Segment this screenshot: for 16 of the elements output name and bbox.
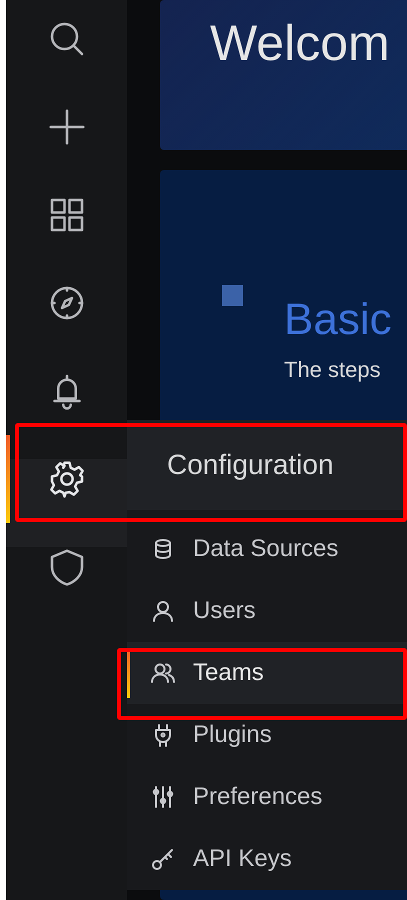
menu-item[interactable]: Preferences [127, 766, 407, 828]
panel-text: The steps [284, 357, 382, 383]
welcome-title: Welcom [210, 14, 390, 72]
sliders-icon [151, 785, 175, 809]
menu-item[interactable]: Plugins [127, 704, 407, 766]
user-icon [151, 599, 175, 623]
menu-item[interactable]: Data Sources [127, 518, 407, 580]
menu-item[interactable]: Users [127, 580, 407, 642]
menu-header: Configuration [127, 420, 407, 510]
key-icon [151, 847, 175, 871]
menu-item[interactable]: API Keys [127, 828, 407, 890]
users-icon [151, 661, 175, 685]
bullet-icon [222, 285, 243, 306]
panel-title: Basic [284, 295, 392, 345]
menu-item[interactable]: Teams [127, 642, 407, 704]
plus-icon[interactable] [46, 107, 86, 147]
